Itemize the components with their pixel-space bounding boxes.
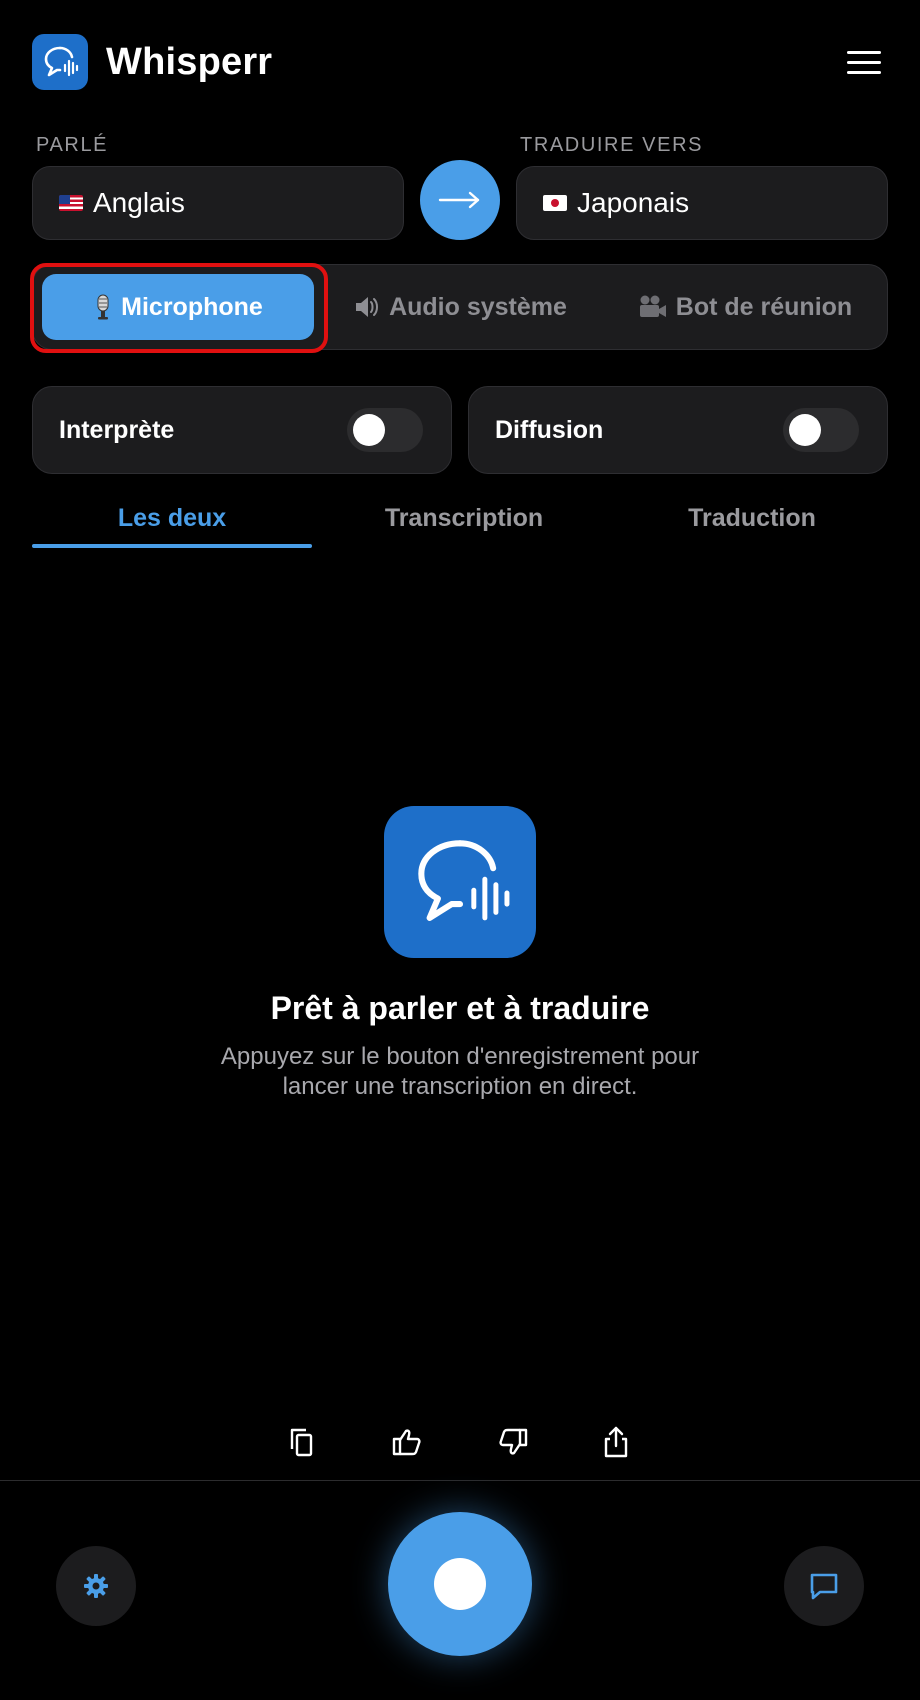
us-flag-icon <box>59 195 83 211</box>
target-language-select[interactable]: Japonais <box>516 166 888 240</box>
chat-icon <box>810 1573 838 1600</box>
broadcast-toggle-label: Diffusion <box>495 415 604 444</box>
spoken-language-value: Anglais <box>93 187 185 218</box>
toggle-knob <box>353 414 385 446</box>
japan-flag-icon <box>543 195 567 211</box>
target-language-value: Japonais <box>577 187 690 218</box>
active-tab-indicator <box>32 544 312 548</box>
menu-line <box>847 60 881 64</box>
copy-icon[interactable] <box>280 1420 324 1464</box>
video-camera-icon <box>638 294 668 320</box>
source-option-system-audio[interactable]: Audio système <box>330 274 590 340</box>
result-actions <box>0 1420 920 1464</box>
thumbs-up-icon[interactable] <box>386 1420 430 1464</box>
microphone-icon <box>93 293 113 321</box>
spoken-language-label: PARLÉ <box>36 134 109 156</box>
settings-button[interactable] <box>56 1546 136 1626</box>
thumbs-down-icon[interactable] <box>490 1420 534 1464</box>
menu-line <box>847 70 881 74</box>
app-screen: Whisperr PARLÉ TRADUIRE VERS Anglais Jap… <box>0 0 920 1700</box>
interpreter-toggle-card: Interprète <box>32 386 452 474</box>
tab-translation[interactable]: Traduction <box>608 490 896 546</box>
app-logo <box>32 34 88 90</box>
interpreter-toggle[interactable] <box>347 408 423 452</box>
view-tabs: Les deux Transcription Traduction <box>32 490 896 550</box>
speech-bubble-waveform-icon <box>44 46 79 77</box>
target-language-label: TRADUIRE VERS <box>520 134 704 156</box>
source-option-meeting-bot[interactable]: Bot de réunion <box>610 274 880 340</box>
speaker-icon <box>353 294 381 320</box>
tab-transcription[interactable]: Transcription <box>320 490 608 546</box>
tab-both[interactable]: Les deux <box>32 490 312 546</box>
record-icon <box>434 1558 486 1610</box>
interpreter-toggle-label: Interprète <box>59 415 175 444</box>
swap-languages-button[interactable] <box>420 160 500 240</box>
record-button[interactable] <box>388 1512 532 1656</box>
source-option-microphone[interactable]: Microphone <box>42 274 314 340</box>
gear-icon <box>84 1574 108 1598</box>
bottom-divider <box>0 1480 920 1481</box>
broadcast-toggle-card: Diffusion <box>468 386 888 474</box>
arrow-right-icon <box>438 191 480 209</box>
menu-line <box>847 50 881 54</box>
share-icon[interactable] <box>594 1420 638 1464</box>
broadcast-toggle[interactable] <box>783 408 859 452</box>
source-option-label: Bot de réunion <box>675 292 853 321</box>
source-option-label: Microphone <box>121 292 263 321</box>
toggle-knob <box>789 414 821 446</box>
speech-bubble-waveform-icon <box>418 840 510 921</box>
app-title: Whisperr <box>106 40 273 83</box>
empty-state-subtitle: Appuyez sur le bouton d'enregistrement p… <box>220 1043 700 1100</box>
header: Whisperr <box>32 34 888 90</box>
empty-state-logo <box>384 806 536 958</box>
empty-state-title: Prêt à parler et à traduire <box>270 990 650 1026</box>
hamburger-menu-icon[interactable] <box>840 38 888 86</box>
spoken-language-select[interactable]: Anglais <box>32 166 404 240</box>
source-option-label: Audio système <box>389 292 567 321</box>
chat-button[interactable] <box>784 1546 864 1626</box>
